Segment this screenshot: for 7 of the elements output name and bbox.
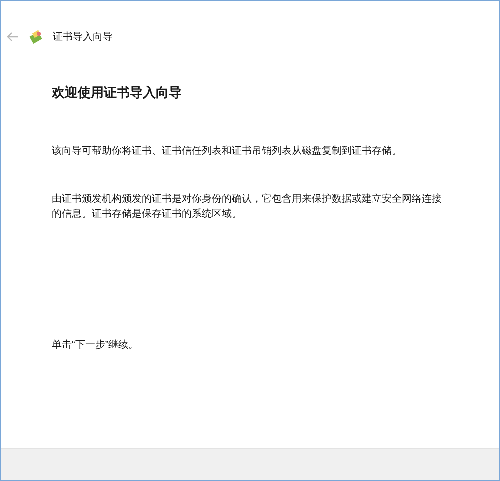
- instruction-text: 单击“下一步”继续。: [52, 338, 140, 352]
- window-title: 证书导入向导: [53, 30, 113, 44]
- certificate-icon: [29, 30, 43, 44]
- back-arrow-icon[interactable]: [7, 32, 19, 42]
- wizard-heading: 欢迎使用证书导入向导: [52, 84, 183, 102]
- paragraph-text: 由证书颁发机构颁发的证书是对你身份的确认，它包含用来保护数据或建立安全网络连接的信息。证书存储是保存证书的系统区域。: [52, 192, 443, 222]
- paragraph-text: 该向导可帮助你将证书、证书信任列表和证书吊销列表从磁盘复制到证书存储。: [52, 144, 403, 158]
